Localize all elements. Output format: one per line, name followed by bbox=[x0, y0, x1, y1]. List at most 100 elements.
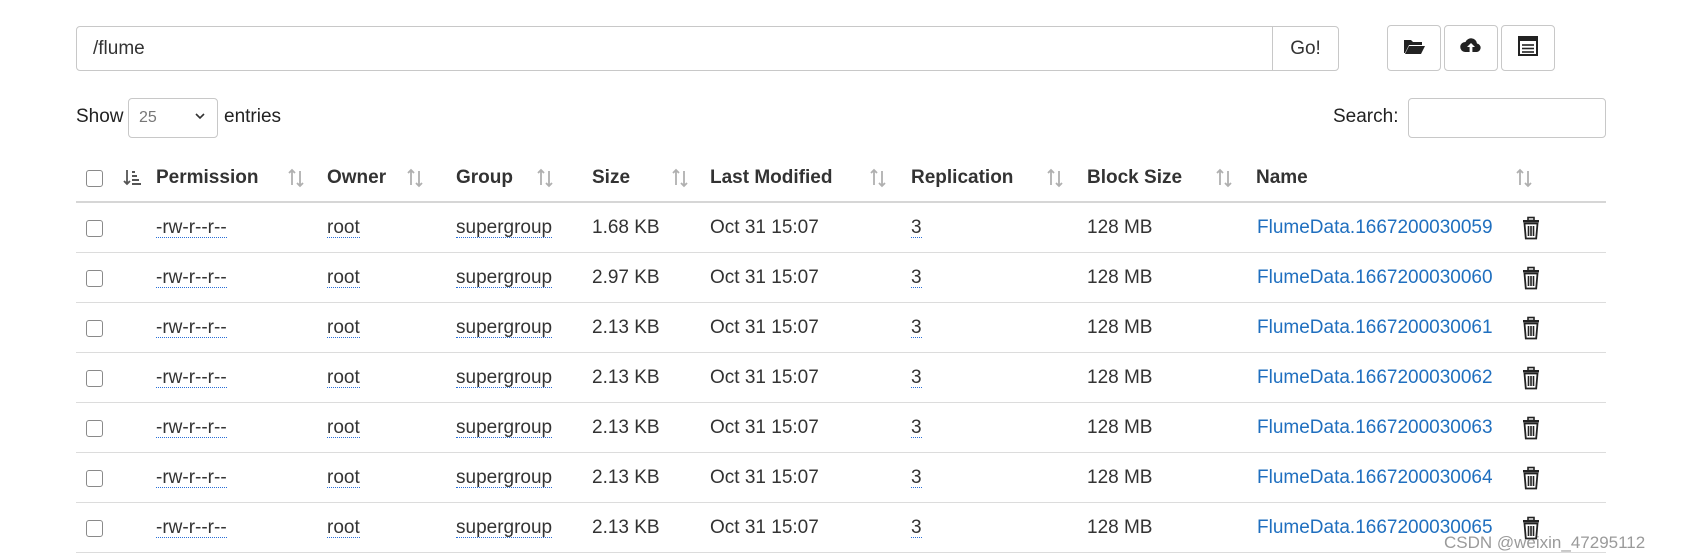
file-name-link[interactable]: FlumeData.1667200030061 bbox=[1257, 317, 1493, 339]
size-cell: 2.13 KB bbox=[592, 367, 660, 388]
block-size-cell: 128 MB bbox=[1087, 367, 1153, 388]
trash-icon[interactable] bbox=[1520, 466, 1542, 490]
trash-icon[interactable] bbox=[1520, 216, 1542, 240]
size-cell: 2.13 KB bbox=[592, 417, 660, 438]
size-cell: 2.13 KB bbox=[592, 517, 660, 538]
table-row: -rw-r--r-- root supergroup 2.13 KB Oct 31 15… bbox=[76, 453, 1606, 503]
sort-icon[interactable] bbox=[404, 167, 426, 189]
file-name-link[interactable]: FlumeData.1667200030064 bbox=[1257, 467, 1493, 489]
group-cell[interactable]: supergroup bbox=[456, 517, 553, 539]
row-checkbox[interactable] bbox=[86, 270, 103, 287]
sort-ascending-icon[interactable] bbox=[121, 167, 143, 189]
file-name-link[interactable]: FlumeData.1667200030059 bbox=[1257, 217, 1493, 239]
group-cell[interactable]: supergroup bbox=[456, 367, 553, 389]
column-header-size[interactable]: Size bbox=[592, 155, 630, 201]
owner-cell[interactable]: root bbox=[327, 317, 360, 339]
permission-cell[interactable]: -rw-r--r-- bbox=[156, 317, 227, 339]
row-checkbox[interactable] bbox=[86, 470, 103, 487]
owner-cell[interactable]: root bbox=[327, 517, 360, 539]
column-label: Owner bbox=[327, 167, 387, 188]
column-header-last-modified[interactable]: Last Modified bbox=[710, 155, 832, 201]
row-checkbox[interactable] bbox=[86, 320, 103, 337]
go-button[interactable]: Go! bbox=[1272, 26, 1339, 71]
column-header-replication[interactable]: Replication bbox=[911, 155, 1013, 201]
create-directory-button[interactable] bbox=[1387, 25, 1441, 71]
folder-open-icon bbox=[1402, 34, 1426, 63]
group-cell[interactable]: supergroup bbox=[456, 317, 553, 339]
permission-cell[interactable]: -rw-r--r-- bbox=[156, 267, 227, 289]
trash-icon[interactable] bbox=[1520, 316, 1542, 340]
size-cell: 2.97 KB bbox=[592, 267, 660, 288]
trash-icon[interactable] bbox=[1520, 366, 1542, 390]
sort-icon[interactable] bbox=[285, 167, 307, 189]
permission-cell[interactable]: -rw-r--r-- bbox=[156, 517, 227, 539]
replication-cell[interactable]: 3 bbox=[911, 467, 922, 489]
owner-cell[interactable]: root bbox=[327, 417, 360, 439]
column-header-permission[interactable]: Permission bbox=[156, 155, 258, 201]
sort-icon[interactable] bbox=[1213, 167, 1235, 189]
table-row: -rw-r--r-- root supergroup 2.13 KB Oct 31 15… bbox=[76, 503, 1606, 553]
replication-cell[interactable]: 3 bbox=[911, 517, 922, 539]
row-checkbox[interactable] bbox=[86, 370, 103, 387]
column-label: Last Modified bbox=[710, 167, 833, 188]
sort-icon[interactable] bbox=[669, 167, 691, 189]
size-cell: 2.13 KB bbox=[592, 317, 660, 338]
column-header-block-size[interactable]: Block Size bbox=[1087, 155, 1182, 201]
page-size-value: 25 bbox=[139, 109, 157, 126]
sort-icon[interactable] bbox=[534, 167, 556, 189]
block-size-cell: 128 MB bbox=[1087, 517, 1153, 538]
replication-cell[interactable]: 3 bbox=[911, 417, 922, 439]
column-header-owner[interactable]: Owner bbox=[327, 155, 386, 201]
file-name-link[interactable]: FlumeData.1667200030060 bbox=[1257, 267, 1493, 289]
row-checkbox[interactable] bbox=[86, 420, 103, 437]
group-cell[interactable]: supergroup bbox=[456, 217, 553, 239]
group-cell[interactable]: supergroup bbox=[456, 267, 553, 289]
column-label: Block Size bbox=[1087, 167, 1183, 188]
upload-button[interactable] bbox=[1444, 25, 1498, 71]
search-label: Search: bbox=[1333, 106, 1399, 127]
replication-cell[interactable]: 3 bbox=[911, 367, 922, 389]
path-input[interactable] bbox=[76, 26, 1273, 71]
page-size-select[interactable]: 25 bbox=[128, 98, 218, 138]
column-label: Size bbox=[592, 167, 631, 188]
table-row: -rw-r--r-- root supergroup 2.13 KB Oct 31 15… bbox=[76, 353, 1606, 403]
last-modified-cell: Oct 31 15:07 bbox=[710, 517, 819, 538]
column-label: Name bbox=[1256, 167, 1308, 188]
cut-paste-button[interactable] bbox=[1501, 25, 1555, 71]
trash-icon[interactable] bbox=[1520, 416, 1542, 440]
row-checkbox[interactable] bbox=[86, 520, 103, 537]
show-label: Show bbox=[76, 106, 124, 127]
owner-cell[interactable]: root bbox=[327, 217, 360, 239]
column-header-group[interactable]: Group bbox=[456, 155, 513, 201]
table-header: Permission Owner Group Size Last Modifie… bbox=[76, 155, 1606, 203]
sort-icon[interactable] bbox=[867, 167, 889, 189]
replication-cell[interactable]: 3 bbox=[911, 317, 922, 339]
sort-icon[interactable] bbox=[1044, 167, 1066, 189]
sort-icon[interactable] bbox=[1513, 167, 1535, 189]
size-cell: 2.13 KB bbox=[592, 467, 660, 488]
search-input[interactable] bbox=[1408, 98, 1606, 138]
block-size-cell: 128 MB bbox=[1087, 467, 1153, 488]
permission-cell[interactable]: -rw-r--r-- bbox=[156, 217, 227, 239]
permission-cell[interactable]: -rw-r--r-- bbox=[156, 467, 227, 489]
replication-cell[interactable]: 3 bbox=[911, 217, 922, 239]
file-name-link[interactable]: FlumeData.1667200030062 bbox=[1257, 367, 1493, 389]
last-modified-cell: Oct 31 15:07 bbox=[710, 317, 819, 338]
group-cell[interactable]: supergroup bbox=[456, 467, 553, 489]
file-name-link[interactable]: FlumeData.1667200030063 bbox=[1257, 417, 1493, 439]
column-label: Permission bbox=[156, 167, 259, 188]
replication-cell[interactable]: 3 bbox=[911, 267, 922, 289]
permission-cell[interactable]: -rw-r--r-- bbox=[156, 367, 227, 389]
trash-icon[interactable] bbox=[1520, 266, 1542, 290]
group-cell[interactable]: supergroup bbox=[456, 417, 553, 439]
owner-cell[interactable]: root bbox=[327, 467, 360, 489]
table-row: -rw-r--r-- root supergroup 2.13 KB Oct 31 15… bbox=[76, 403, 1606, 453]
select-all-checkbox[interactable] bbox=[86, 170, 103, 187]
owner-cell[interactable]: root bbox=[327, 367, 360, 389]
last-modified-cell: Oct 31 15:07 bbox=[710, 417, 819, 438]
last-modified-cell: Oct 31 15:07 bbox=[710, 367, 819, 388]
owner-cell[interactable]: root bbox=[327, 267, 360, 289]
row-checkbox[interactable] bbox=[86, 220, 103, 237]
permission-cell[interactable]: -rw-r--r-- bbox=[156, 417, 227, 439]
column-header-name[interactable]: Name bbox=[1256, 155, 1308, 201]
